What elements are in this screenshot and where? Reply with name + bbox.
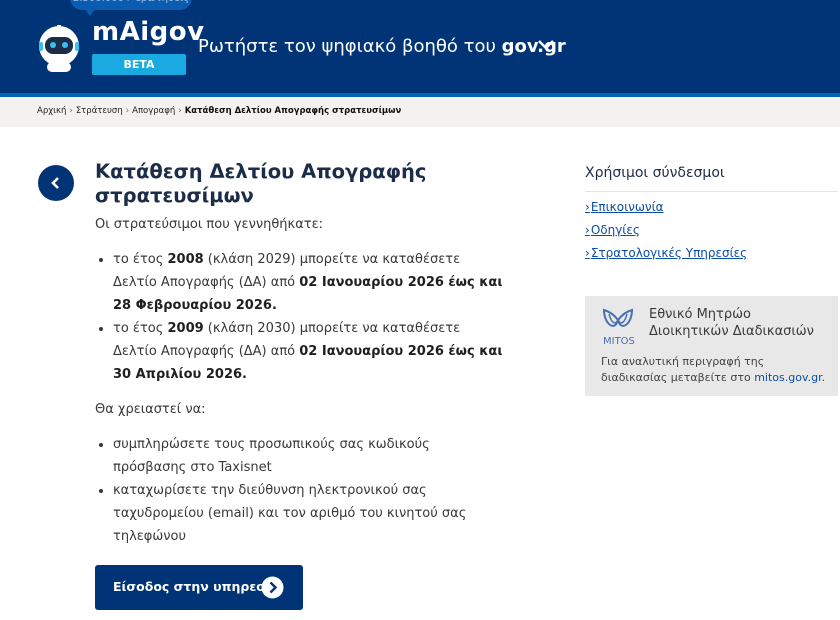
list-item: το έτος 2009 (κλάση 2030) μπορείτε να κα… [113, 317, 503, 386]
needs-intro: Θα χρειαστεί να: [95, 402, 206, 417]
mitos-desc-end: . [821, 371, 826, 384]
link-label: Στρατολογικές Υπηρεσίες [590, 246, 748, 260]
breadcrumb-conscription[interactable]: Στράτευση [76, 106, 123, 116]
bubble-tail [84, 8, 96, 16]
mitos-title: Εθνικό Μητρώο Διοικητικών Διαδικασιών [649, 307, 814, 339]
link-contact[interactable]: ›Επικοινωνία [585, 200, 664, 214]
back-button[interactable] [38, 165, 74, 201]
site-header: 2.500.000+ ερωτήσεις mAigov BETA Ρωτήστε… [0, 0, 840, 93]
divider [585, 191, 838, 192]
page-title-line2: στρατευσίμων [95, 184, 254, 207]
breadcrumb-home[interactable]: Αρχική [37, 106, 66, 116]
beta-badge: BETA [92, 54, 186, 75]
ask-assistant-prompt[interactable]: Ρωτήστε τον ψηφιακό βοηθό του gov.gr [198, 36, 566, 57]
item-year: 2008 [167, 252, 204, 267]
link-recruitment-services[interactable]: ›Στρατολογικές Υπηρεσίες [585, 246, 747, 260]
mitos-desc-text: Για αναλυτική περιγραφή της διαδικασίας … [601, 355, 765, 384]
robot-assistant-icon[interactable] [36, 24, 82, 74]
mitos-wordmark: MITOS [603, 336, 635, 347]
link-arrow: › [585, 223, 590, 237]
ask-govgr: gov.gr [501, 36, 566, 57]
chevron-left-icon [51, 177, 59, 189]
link-arrow: › [585, 246, 590, 260]
page-title-line1: Κατάθεση Δελτίου Απογραφής [95, 160, 427, 183]
enter-service-button[interactable]: Είσοδος στην υπηρεσία [95, 565, 303, 610]
page-title: Κατάθεση Δελτίου Απογραφής στρατευσίμων [95, 160, 455, 208]
arrow-right-circle-icon [261, 576, 284, 599]
useful-links-heading: Χρήσιμοι σύνδεσμοι [585, 165, 725, 181]
link-label: Επικοινωνία [590, 200, 664, 214]
mitos-link[interactable]: mitos.gov.gr [754, 371, 821, 384]
list-item: συμπληρώσετε τους προσωπικούς σας κωδικο… [113, 433, 503, 479]
enter-service-label: Είσοδος στην υπηρεσία [113, 579, 280, 594]
link-instructions[interactable]: ›Οδηγίες [585, 223, 640, 237]
link-arrow: › [585, 200, 590, 214]
mitos-description: Για αναλυτική περιγραφή της διαδικασίας … [601, 354, 831, 386]
item-year: 2009 [167, 321, 204, 336]
breadcrumb-separator: › [69, 106, 73, 116]
mitos-logo-icon [602, 308, 634, 327]
breadcrumb: Αρχική › Στράτευση › Απογραφή › Κατάθεση Δελτί… [37, 106, 401, 116]
requirements-list: συμπληρώσετε τους προσωπικούς σας κωδικο… [95, 433, 503, 548]
breadcrumb-current: Κατάθεση Δελτίου Απογραφής στρατευσίμων [184, 106, 402, 116]
item-text: το έτος [113, 321, 168, 336]
eligibility-list: το έτος 2008 (κλάση 2029) μπορείτε να κα… [95, 248, 503, 386]
link-label: Οδηγίες [590, 223, 640, 237]
chevron-down-icon[interactable] [536, 38, 556, 52]
mitos-card: MITOS Εθνικό Μητρώο Διοικητικών Διαδικασ… [585, 296, 838, 396]
list-item: το έτος 2008 (κλάση 2029) μπορείτε να κα… [113, 248, 503, 317]
list-item: καταχωρίσετε την διεύθυνση ηλεκτρονικού … [113, 479, 503, 548]
breadcrumb-registration[interactable]: Απογραφή [132, 106, 175, 116]
item-text: το έτος [113, 252, 168, 267]
breadcrumb-separator: › [125, 106, 130, 116]
ask-prefix: Ρωτήστε τον ψηφιακό βοηθό του [198, 36, 502, 57]
breadcrumb-separator: › [178, 106, 182, 116]
intro-text: Οι στρατεύσιμοι που γεννηθήκατε: [95, 217, 323, 232]
brand-logo-text[interactable]: mAigov [92, 17, 205, 47]
